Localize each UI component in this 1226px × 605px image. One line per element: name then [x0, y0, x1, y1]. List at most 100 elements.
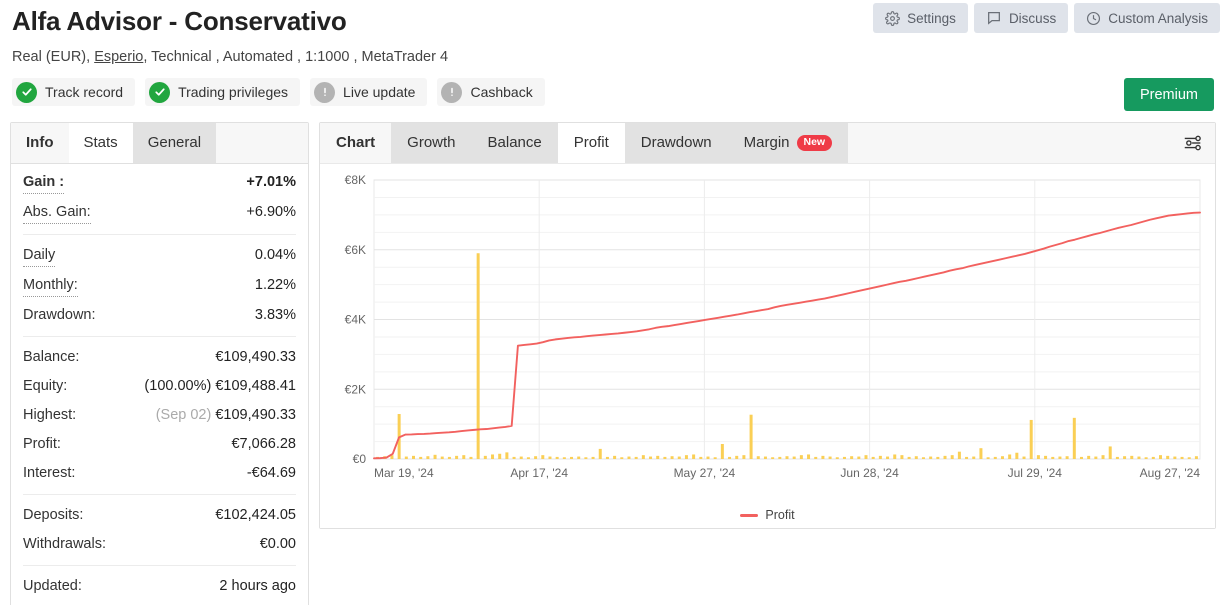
settings-button[interactable]: Settings	[873, 3, 968, 33]
divider	[23, 336, 296, 337]
stat-row-updated: Updated: 2 hours ago	[23, 572, 296, 601]
status-badge-live-update[interactable]: Live update	[310, 78, 428, 106]
svg-text:€4K: €4K	[345, 313, 366, 327]
stat-label[interactable]: Abs. Gain:	[23, 202, 91, 224]
tab-info[interactable]: Info	[11, 123, 69, 163]
svg-text:Jun 28, '24: Jun 28, '24	[840, 466, 899, 480]
svg-text:Apr 17, '24: Apr 17, '24	[510, 466, 568, 480]
chart-legend: Profit	[326, 508, 1209, 522]
broker-link[interactable]: Esperio	[94, 49, 143, 65]
stat-value: 0.04%	[254, 247, 296, 263]
tab-margin-label: Margin	[743, 134, 790, 151]
stat-value: €7,066.28	[231, 436, 296, 452]
stat-row-gain: Gain : +7.01%	[23, 168, 296, 198]
stat-label: Equity:	[23, 378, 68, 394]
stat-value: €102,424.05	[215, 507, 296, 523]
stat-label[interactable]: Gain :	[23, 172, 65, 194]
stat-value: (Sep 02) €109,490.33	[156, 405, 296, 426]
stat-row-daily: Daily 0.04%	[23, 241, 296, 271]
divider	[23, 234, 296, 235]
gear-icon	[885, 10, 901, 26]
custom-analysis-button[interactable]: Custom Analysis	[1074, 3, 1220, 33]
clock-icon	[1086, 11, 1101, 26]
stat-label: Profit:	[23, 436, 61, 452]
page-header: Alfa Advisor - Conservativo Real (EUR), …	[0, 0, 1226, 111]
legend-label-profit: Profit	[765, 508, 795, 522]
discuss-button-label: Discuss	[1008, 10, 1057, 26]
account-meta: Real (EUR), Esperio, Technical , Automat…	[12, 48, 1214, 66]
tab-chart[interactable]: Chart	[320, 123, 391, 163]
stat-value: 1.22%	[254, 277, 296, 293]
stat-label: Deposits:	[23, 507, 84, 523]
check-circle-icon	[16, 81, 37, 103]
chart-panel: Chart Growth Balance Profit Drawdown Mar…	[319, 122, 1216, 529]
tab-profit[interactable]: Profit	[557, 123, 625, 163]
profit-chart[interactable]: €0 €2K €4K €6K €8K Mar 19, '24 Apr 17, '24 May …	[326, 172, 1206, 497]
tab-margin[interactable]: Margin New	[727, 123, 849, 163]
tab-drawdown[interactable]: Drawdown	[624, 123, 728, 163]
legend-line-swatch	[740, 513, 759, 517]
stat-value-prefix: (100.00%)	[144, 378, 212, 394]
svg-text:May 27, '24: May 27, '24	[674, 466, 736, 480]
stats-panel: Info Stats General Gain : +7.01% Abs. Ga…	[10, 122, 309, 605]
divider	[23, 494, 296, 495]
stat-value: +7.01%	[246, 174, 296, 190]
stats-panel-tabs: Info Stats General	[11, 123, 308, 164]
svg-text:€8K: €8K	[345, 173, 366, 187]
stat-label: Updated:	[23, 578, 82, 594]
stat-label[interactable]: Monthly:	[23, 275, 78, 297]
stat-value: 3.83%	[254, 307, 296, 323]
svg-text:Mar 19, '24: Mar 19, '24	[374, 466, 434, 480]
svg-text:€6K: €6K	[345, 243, 366, 257]
stat-row-deposits: Deposits: €102,424.05	[23, 501, 296, 530]
svg-text:Jul 29, '24: Jul 29, '24	[1008, 466, 1063, 480]
stat-row-abs-gain: Abs. Gain: +6.90%	[23, 198, 296, 228]
stat-row-monthly: Monthly: 1.22%	[23, 271, 296, 301]
tab-balance[interactable]: Balance	[471, 123, 558, 163]
status-badge-label: Track record	[45, 84, 124, 100]
stat-label: Withdrawals:	[23, 536, 106, 552]
stat-value: €0.00	[259, 536, 296, 552]
stat-value: (100.00%) €109,488.41	[144, 376, 296, 397]
sliders-icon[interactable]	[1179, 129, 1207, 157]
tab-stats[interactable]: Stats	[68, 123, 133, 163]
stat-row-profit: Profit: €7,066.28	[23, 430, 296, 459]
status-badge-label: Trading privileges	[178, 84, 289, 100]
stat-label[interactable]: Daily	[23, 245, 56, 267]
stat-row-interest: Interest: -€64.69	[23, 459, 296, 488]
page-body: Info Stats General Gain : +7.01% Abs. Ga…	[0, 122, 1226, 605]
account-meta-rest: , Technical , Automated , 1:1000 , MetaT…	[143, 49, 449, 65]
chart-panel-tabs: Chart Growth Balance Profit Drawdown Mar…	[320, 123, 1215, 164]
stat-value-amount: €109,488.41	[215, 378, 296, 394]
stat-row-equity: Equity: (100.00%) €109,488.41	[23, 372, 296, 401]
status-badge-trading-privileges[interactable]: Trading privileges	[145, 78, 301, 106]
exclamation-circle-icon	[441, 81, 463, 103]
stat-label: Balance:	[23, 349, 80, 365]
stat-row-drawdown: Drawdown: 3.83%	[23, 301, 296, 330]
stat-value: -€64.69	[246, 465, 296, 481]
new-badge: New	[796, 135, 833, 151]
status-badges: Track record Trading privileges Live upd…	[0, 78, 1226, 106]
stat-value: 2 hours ago	[219, 578, 296, 594]
account-type: Real (EUR),	[12, 49, 91, 65]
tab-growth[interactable]: Growth	[391, 123, 472, 163]
discuss-button[interactable]: Discuss	[973, 3, 1069, 33]
account-page: Alfa Advisor - Conservativo Real (EUR), …	[0, 0, 1226, 605]
header-actions: Settings Discuss Custom Analysis	[873, 3, 1220, 33]
tab-general[interactable]: General	[132, 123, 217, 163]
svg-text:€2K: €2K	[345, 382, 366, 396]
stat-label: Highest:	[23, 407, 77, 423]
status-badge-track-record[interactable]: Track record	[12, 78, 136, 106]
chart-area: €0 €2K €4K €6K €8K Mar 19, '24 Apr 17, '24 May …	[320, 164, 1215, 528]
custom-analysis-button-label: Custom Analysis	[1108, 10, 1208, 26]
stats-list: Gain : +7.01% Abs. Gain: +6.90% Daily 0.…	[11, 164, 308, 605]
stat-label[interactable]: Drawdown:	[23, 305, 96, 326]
svg-text:€0: €0	[353, 452, 367, 466]
stat-row-highest: Highest: (Sep 02) €109,490.33	[23, 401, 296, 430]
stat-value: €109,490.33	[215, 349, 296, 365]
svg-text:Aug 27, '24: Aug 27, '24	[1140, 466, 1201, 480]
status-badge-label: Live update	[343, 84, 416, 100]
premium-button[interactable]: Premium	[1123, 78, 1214, 111]
stat-value-prefix: (Sep 02)	[155, 407, 212, 423]
status-badge-cashback[interactable]: Cashback	[437, 78, 545, 106]
